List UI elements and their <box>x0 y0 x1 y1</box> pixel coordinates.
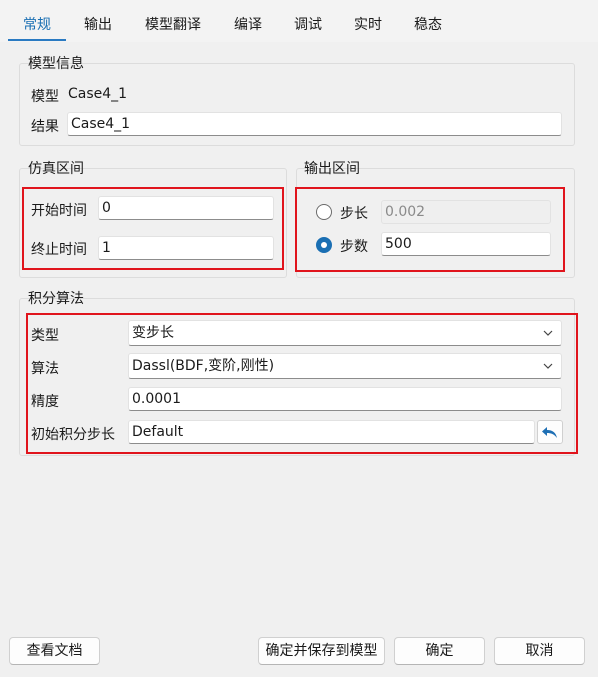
cancel-button[interactable]: 取消 <box>494 637 585 665</box>
model-label: 模型 <box>31 89 59 105</box>
tab-bar: 常规 输出 模型翻译 编译 调试 实时 稳态 <box>0 0 598 42</box>
output-interval-title: 输出区间 <box>304 161 360 177</box>
tab-compile[interactable]: 编译 <box>222 10 274 40</box>
ok-button[interactable]: 确定 <box>394 637 485 665</box>
sim-interval-title: 仿真区间 <box>28 161 84 177</box>
tab-output[interactable]: 输出 <box>72 10 124 40</box>
model-value: Case4_1 <box>68 86 128 102</box>
confirm-save-button[interactable]: 确定并保存到模型 <box>258 637 385 665</box>
integration-highlight <box>26 313 578 454</box>
sim-interval-highlight <box>22 187 284 270</box>
result-label: 结果 <box>31 119 59 135</box>
active-tab-indicator <box>8 39 66 41</box>
tab-debug[interactable]: 调试 <box>282 10 334 40</box>
tab-general[interactable]: 常规 <box>8 10 66 40</box>
tab-steady-state[interactable]: 稳态 <box>402 10 454 40</box>
output-interval-highlight <box>295 187 565 272</box>
view-docs-button[interactable]: 查看文档 <box>9 637 100 665</box>
tab-model-translation[interactable]: 模型翻译 <box>130 10 216 40</box>
integration-title: 积分算法 <box>28 291 84 307</box>
tab-realtime[interactable]: 实时 <box>342 10 394 40</box>
result-input[interactable]: Case4_1 <box>67 112 562 136</box>
model-info-title: 模型信息 <box>28 56 84 72</box>
